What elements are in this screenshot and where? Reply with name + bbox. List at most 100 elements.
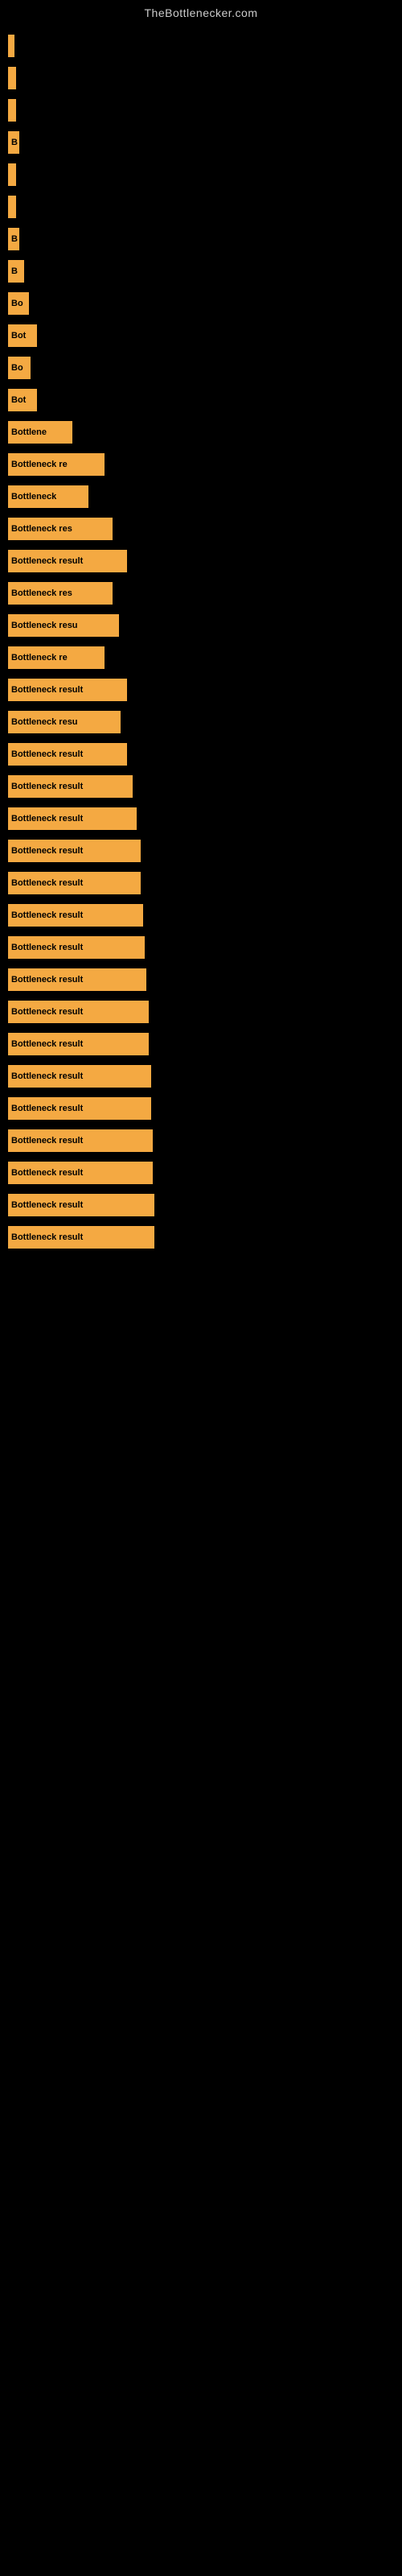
bar-row: Bottleneck result [8,1093,394,1124]
bars-container: B B B Bo Bot Bo Bot Bottlene Bottleneck re Bottle… [0,23,402,1262]
bar: Bottleneck resu [8,711,121,733]
bar-label: Bo [11,299,23,308]
bar-row: Bottlene [8,417,394,448]
bar: Bottleneck result [8,743,127,766]
bar-label: Bottleneck result [11,1039,83,1049]
bar-label: Bottleneck result [11,1200,83,1210]
bar: Bottleneck result [8,679,127,701]
bar-label: Bo [11,363,23,373]
site-title: TheBottlenecker.com [0,0,402,23]
bar-label: Bottleneck result [11,1232,83,1242]
bar-row: Bottleneck resu [8,610,394,641]
bar-row: B [8,127,394,158]
bar-row: Bottleneck result [8,868,394,898]
bar-row: Bottleneck result [8,1158,394,1188]
bar-label: Bottleneck res [11,588,72,598]
bar-row: Bottleneck re [8,642,394,673]
bar: Bottleneck result [8,775,133,798]
bar: Bottleneck res [8,582,113,605]
bar-label: Bottleneck re [11,653,68,663]
bar-label: B [11,266,18,276]
bar-label: Bottleneck result [11,814,83,824]
bar: Bottleneck result [8,840,141,862]
bar [8,67,16,89]
bar: Bottleneck result [8,968,146,991]
bar-label: Bottleneck [11,492,56,502]
bar-label: Bottleneck result [11,556,83,566]
bar-label: Bottleneck result [11,1104,83,1113]
bar-row: Bottleneck result [8,675,394,705]
bar-row: Bottleneck res [8,578,394,609]
bar: Bottleneck res [8,518,113,540]
bar-row [8,95,394,126]
bar-row: Bo [8,288,394,319]
bar-label: Bottlene [11,427,47,437]
bar-row: Bottleneck result [8,1029,394,1059]
bar: Bottleneck result [8,872,141,894]
bar [8,35,14,57]
bar-row: Bottleneck result [8,836,394,866]
bar-label: Bottleneck result [11,782,83,791]
bar: Bottlene [8,421,72,444]
bar-row: Bottleneck result [8,546,394,576]
bar: Bottleneck result [8,1065,151,1088]
bar-label: Bottleneck result [11,685,83,695]
bar-label: Bot [11,331,26,341]
bar: Bottleneck result [8,904,143,927]
bar-row: Bottleneck re [8,449,394,480]
bar-label: B [11,234,18,244]
bar [8,99,16,122]
bar [8,196,16,218]
bar: Bottleneck [8,485,88,508]
bar-label: Bottleneck result [11,878,83,888]
bar: B [8,131,19,154]
bar-label: Bottleneck res [11,524,72,534]
bar: Bot [8,389,37,411]
bar-label: Bottleneck result [11,943,83,952]
bar-row: Bottleneck result [8,1222,394,1253]
bar: Bottleneck result [8,1033,149,1055]
bar-row: Bo [8,353,394,383]
bar: Bo [8,357,31,379]
bar-row: Bottleneck result [8,997,394,1027]
bar-row: Bottleneck res [8,514,394,544]
bar: Bottleneck result [8,1001,149,1023]
bar-label: Bottleneck result [11,1071,83,1081]
bar-row [8,31,394,61]
bar: Bottleneck result [8,1226,154,1249]
bar-label: Bottleneck result [11,910,83,920]
bar: Bottleneck result [8,936,145,959]
bar: Bottleneck result [8,1129,153,1152]
bar-row: Bot [8,385,394,415]
bar-row: Bottleneck result [8,771,394,802]
bar-row: Bottleneck result [8,803,394,834]
bar-row [8,192,394,222]
bar-row: Bottleneck result [8,964,394,995]
bar: Bot [8,324,37,347]
bar-row: Bottleneck result [8,932,394,963]
bar: Bottleneck result [8,1097,151,1120]
bar-row: B [8,256,394,287]
bar-row [8,63,394,93]
bar-row: Bottleneck [8,481,394,512]
bar: Bottleneck result [8,807,137,830]
bar-label: Bottleneck result [11,975,83,985]
bar-row: Bottleneck resu [8,707,394,737]
bar: Bo [8,292,29,315]
bar-label: B [11,138,18,147]
bar-label: Bottleneck result [11,846,83,856]
bar-label: Bottleneck result [11,1007,83,1017]
bar-row: Bottleneck result [8,1190,394,1220]
bar-label: Bottleneck result [11,1136,83,1146]
bar-row: Bottleneck result [8,1061,394,1092]
bar [8,163,16,186]
bar-row: Bot [8,320,394,351]
bar-row: B [8,224,394,254]
bar-row [8,159,394,190]
bar-label: Bottleneck result [11,1168,83,1178]
bar: Bottleneck result [8,550,127,572]
bar: Bottleneck result [8,1194,154,1216]
bar: Bottleneck re [8,453,105,476]
bar-row: Bottleneck result [8,739,394,770]
bar: Bottleneck re [8,646,105,669]
